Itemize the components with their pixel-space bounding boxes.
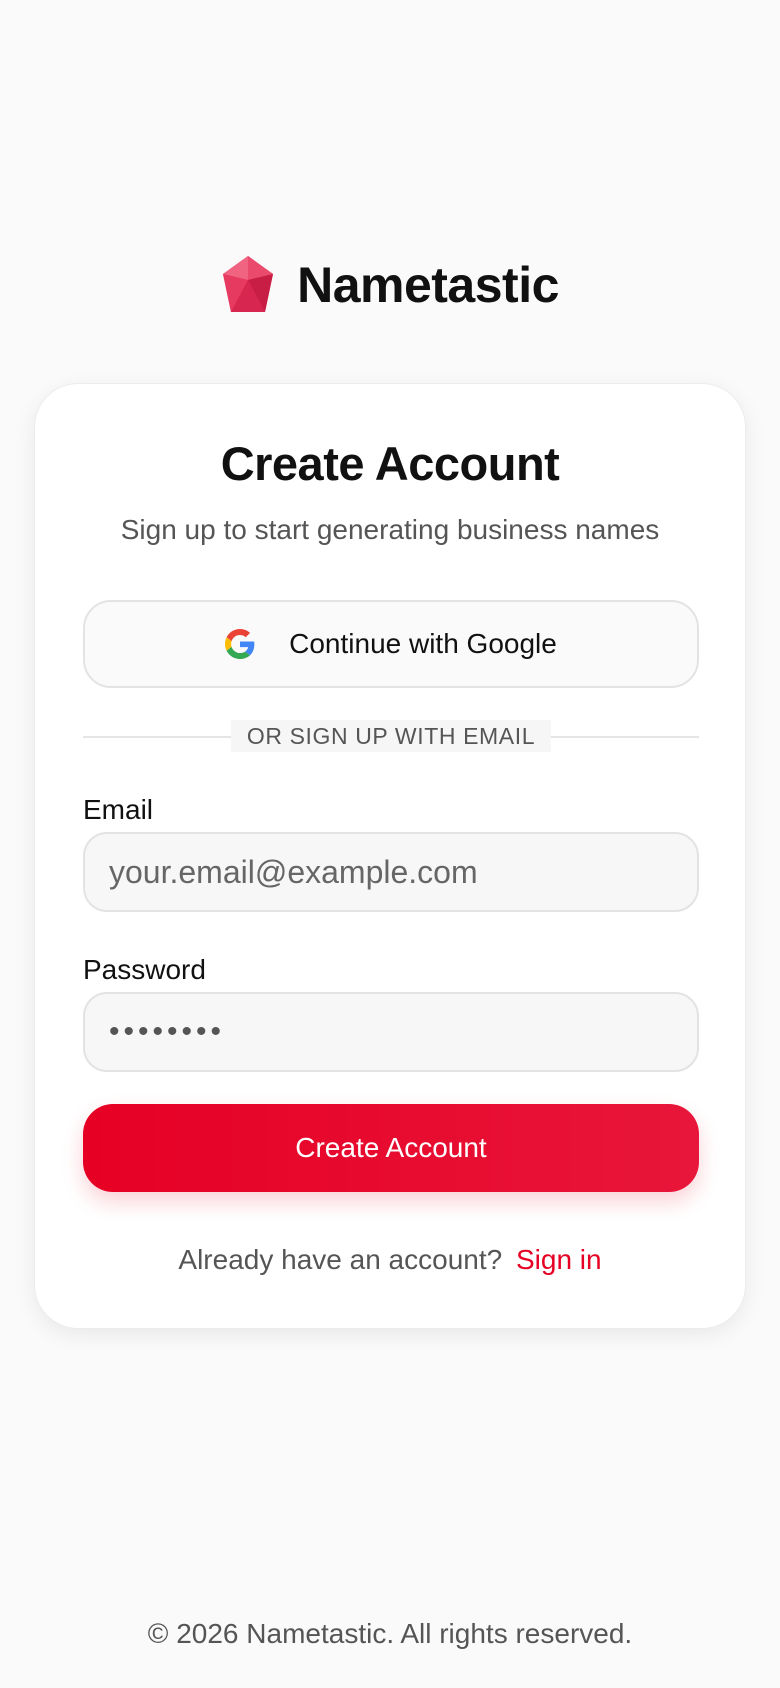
email-label: Email [83, 794, 154, 825]
password-field[interactable] [83, 992, 699, 1072]
create-account-button[interactable]: Create Account [83, 1104, 699, 1192]
signup-page: Nametastic Create Account Sign up to sta… [0, 0, 780, 1688]
google-button-label: Continue with Google [289, 628, 557, 659]
continue-with-google-button[interactable]: Continue with Google [83, 600, 699, 688]
card-title: Create Account [220, 437, 560, 490]
signin-prompt-text: Already have an account? [178, 1244, 503, 1275]
footer-copyright: © 2026 Nametastic. All rights reserved. [147, 1618, 633, 1649]
brand-name: Nametastic [297, 257, 559, 313]
or-divider: OR SIGN UP WITH EMAIL [83, 720, 699, 752]
brand-header: Nametastic [0, 254, 780, 316]
email-field[interactable] [83, 832, 699, 912]
card-subtitle: Sign up to start generating business nam… [120, 514, 660, 545]
sign-in-link[interactable]: Sign in [516, 1244, 602, 1275]
password-label: Password [83, 954, 206, 985]
gem-icon [223, 256, 274, 312]
signup-card: Create Account Sign up to start generati… [34, 383, 746, 1329]
google-icon [225, 629, 255, 659]
divider-text: OR SIGN UP WITH EMAIL [230, 720, 552, 752]
signin-prompt-row: Already have an account? Sign in [35, 1244, 745, 1276]
